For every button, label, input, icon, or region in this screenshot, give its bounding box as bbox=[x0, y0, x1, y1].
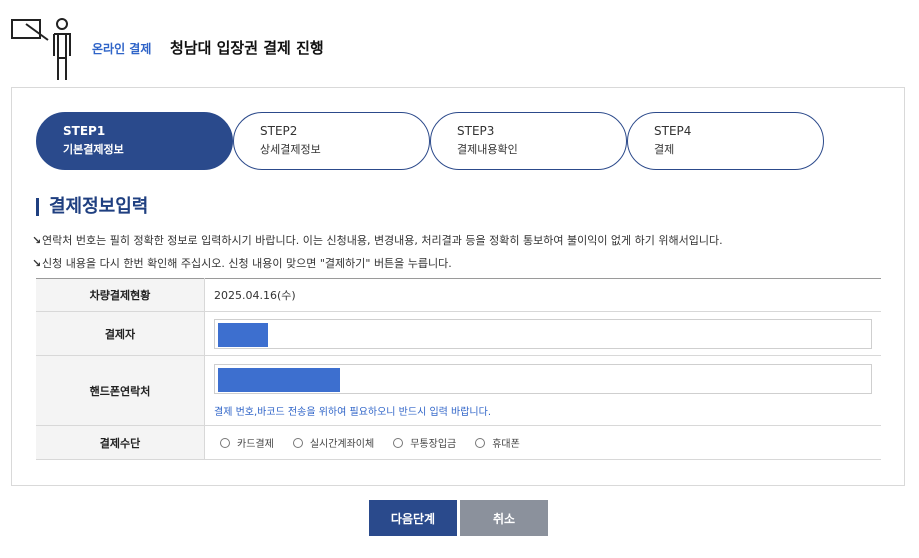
step-2[interactable]: STEP2 상세결제정보 bbox=[233, 112, 430, 170]
notice-text: 연락처 번호는 필히 정확한 정보로 입력하시기 바랍니다. 이는 신청내용, … bbox=[42, 234, 723, 247]
radio-circle-icon[interactable] bbox=[292, 437, 303, 448]
radio-circle-icon[interactable] bbox=[220, 437, 230, 448]
table-row: 핸드폰연락처 결제 번호,바코드 전송을 위하여 필요하오니 반드시 입력 바랍… bbox=[36, 355, 881, 426]
step-label: 상세결제정보 bbox=[260, 143, 321, 156]
radio-label: 실시간계좌이체 bbox=[309, 439, 375, 450]
phone-hint: 결제 번호,바코드 전송을 위하여 필요하오니 반드시 입력 바랍니다. bbox=[214, 406, 492, 418]
page-header: 온라인 결제 청남대 입장권 결제 진행 bbox=[0, 0, 919, 86]
table-row: 차량결제현황 2025.04.16(수) bbox=[36, 278, 881, 312]
cancel-button[interactable]: 취소 bbox=[460, 500, 548, 536]
redacted-value bbox=[218, 367, 340, 392]
step-label: 결제내용확인 bbox=[457, 143, 518, 156]
next-step-button[interactable]: 다음단계 bbox=[369, 500, 457, 536]
phone-label: 핸드폰연락처 bbox=[36, 355, 205, 426]
redacted-value bbox=[218, 322, 268, 347]
table-row: 결제자 bbox=[36, 311, 881, 356]
header-subtitle: 온라인 결제 bbox=[92, 42, 152, 56]
method-label: 결제수단 bbox=[36, 425, 205, 460]
step-number: STEP2 bbox=[260, 124, 298, 138]
presenter-board-icon bbox=[11, 18, 71, 80]
step-label: 결제 bbox=[654, 143, 675, 156]
table-row: 결제수단 카드결제 실시간계좌이체 무통장입금 휴대폰 bbox=[36, 425, 881, 460]
date-value: 2025.04.16(수) bbox=[204, 278, 881, 312]
step-number: STEP1 bbox=[63, 124, 106, 138]
notice-text: 신청 내용을 다시 한번 확인해 주십시오. 신청 내용이 맞으면 "결제하기"… bbox=[42, 257, 452, 270]
step-1[interactable]: STEP1 기본결제정보 bbox=[36, 112, 233, 170]
radio-mobile[interactable]: 휴대폰 bbox=[469, 435, 520, 450]
radio-deposit[interactable]: 무통장입금 bbox=[387, 435, 456, 450]
step-number: STEP3 bbox=[457, 124, 495, 138]
phone-cell: 결제 번호,바코드 전송을 위하여 필요하오니 반드시 입력 바랍니다. bbox=[204, 355, 881, 426]
payment-form-table: 차량결제현황 2025.04.16(수) 결제자 핸드폰연락처 결제 번호,바코… bbox=[36, 278, 881, 460]
step-3[interactable]: STEP3 결제내용확인 bbox=[430, 112, 627, 170]
step-4[interactable]: STEP4 결제 bbox=[627, 112, 824, 170]
notice-line: ↘신청 내용을 다시 한번 확인해 주십시오. 신청 내용이 맞으면 "결제하기… bbox=[32, 255, 452, 271]
radio-label: 휴대폰 bbox=[492, 439, 520, 450]
date-label: 차량결제현황 bbox=[36, 278, 205, 312]
bullet-arrow-icon: ↘ bbox=[32, 257, 42, 270]
radio-label: 무통장입금 bbox=[410, 439, 457, 450]
phone-input[interactable] bbox=[214, 363, 872, 394]
radio-bank-transfer[interactable]: 실시간계좌이체 bbox=[287, 435, 374, 450]
step-number: STEP4 bbox=[654, 124, 692, 138]
radio-circle-icon[interactable] bbox=[393, 437, 404, 448]
method-cell: 카드결제 실시간계좌이체 무통장입금 휴대폰 bbox=[204, 425, 881, 460]
payer-name-input[interactable] bbox=[214, 318, 872, 349]
radio-card[interactable]: 카드결제 bbox=[214, 435, 274, 450]
notice-line: ↘연락처 번호는 필히 정확한 정보로 입력하시기 바랍니다. 이는 신청내용,… bbox=[32, 232, 723, 248]
page-title: 청남대 입장권 결제 진행 bbox=[170, 39, 324, 57]
payer-label: 결제자 bbox=[36, 311, 205, 356]
section-title: 결제정보입력 bbox=[36, 198, 148, 216]
payment-panel: STEP1 기본결제정보 STEP2 상세결제정보 STEP3 결제내용확인 S… bbox=[11, 87, 905, 486]
payment-method-radio-group: 카드결제 실시간계좌이체 무통장입금 휴대폰 bbox=[214, 435, 872, 450]
radio-circle-icon[interactable] bbox=[475, 437, 486, 448]
step-label: 기본결제정보 bbox=[63, 143, 124, 156]
payer-cell bbox=[204, 311, 881, 356]
radio-label: 카드결제 bbox=[237, 439, 274, 450]
bullet-arrow-icon: ↘ bbox=[32, 234, 42, 247]
